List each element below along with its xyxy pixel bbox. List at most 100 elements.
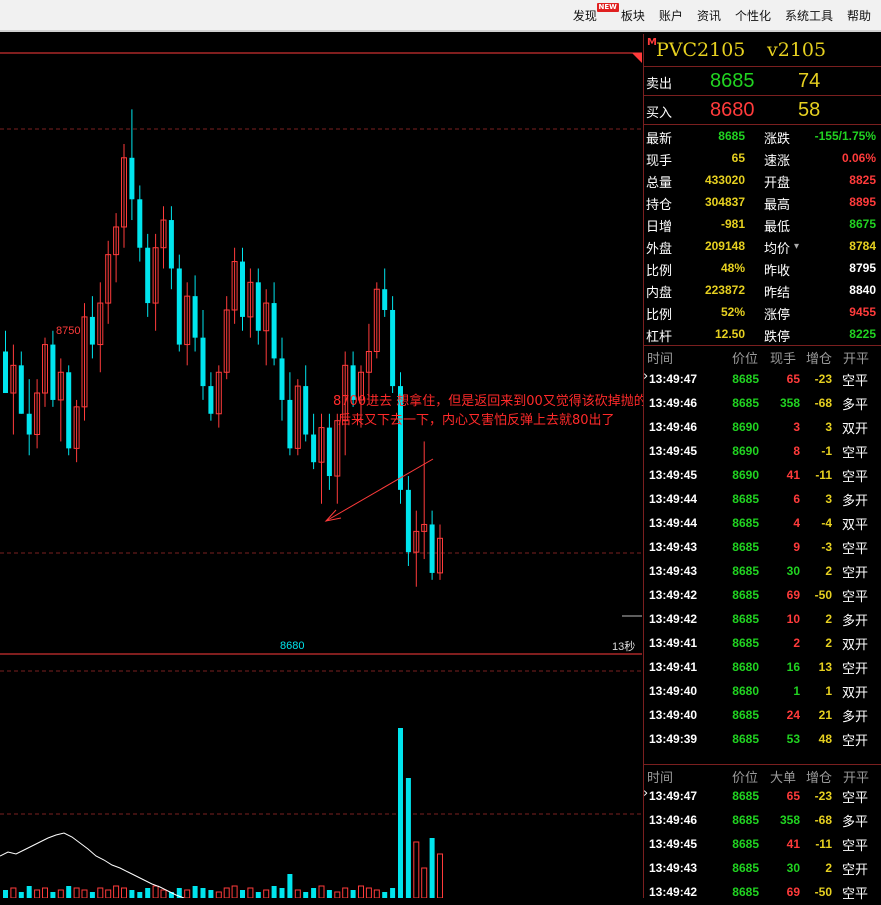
candlestick-chart[interactable] (0, 34, 642, 898)
column-header[interactable]: 时间 (647, 348, 673, 367)
tick-position-change: 1 (825, 684, 832, 698)
column-header[interactable]: 价位 (732, 767, 758, 786)
tick-row[interactable]: 13:49:46 8685 358 -68 多平 (644, 809, 881, 833)
tick-row[interactable]: 13:49:46 8685 358 -68 多平 (644, 392, 881, 416)
column-header[interactable]: 时间 (647, 767, 673, 786)
menu-item-5[interactable]: 系统工具 (785, 7, 833, 24)
tick-row[interactable]: 13:49:45 8685 41 -11 空平 (644, 833, 881, 857)
volume-bar (318, 885, 325, 898)
current-row-marker-icon: › (643, 786, 649, 801)
column-header[interactable]: 增仓 (806, 767, 832, 786)
stat-value: 8895 (849, 195, 876, 209)
tick-time: 13:49:44 (649, 492, 698, 506)
volume-bar (121, 887, 127, 898)
bid-row[interactable]: 买入 8680 58 (644, 96, 881, 124)
tick-price: 8685 (732, 861, 759, 875)
tick-price: 8685 (732, 564, 759, 578)
tick-volume: 1 (793, 684, 800, 698)
stat-row: 持仓 304837 最高 8895 (644, 191, 881, 213)
tick-time: 13:49:41 (649, 636, 698, 650)
candle-body-down (240, 261, 245, 317)
menu-label: 板块 (620, 9, 645, 23)
menu-item-6[interactable]: 帮助 (847, 7, 871, 24)
column-header[interactable]: 价位 (732, 348, 758, 367)
stat-label: 外盘 (646, 242, 673, 257)
tick-type: 空平 (842, 374, 869, 389)
volume-bar (223, 887, 230, 898)
candle-body-down (89, 316, 95, 345)
tick-row[interactable]: 13:49:42 8685 10 2 多开 (644, 608, 881, 632)
tick-list[interactable]: 时间 价位 现手 增仓 开平 › 13:49:47 8685 65 -23 空平 13:49:46 86… (643, 346, 881, 764)
stat-value: 433020 (704, 173, 745, 187)
tick-position-change: -68 (814, 813, 832, 827)
tick-type: 空开 (842, 863, 869, 878)
low-price-label: 8680 (280, 640, 305, 652)
tick-type: 空平 (842, 542, 869, 557)
tick-row[interactable]: 13:49:44 8685 6 3 多开 (644, 488, 881, 512)
countdown-label: 13秒 (612, 641, 636, 653)
tick-row[interactable]: 13:49:43 8685 9 -3 空平 (644, 536, 881, 560)
ask-volume: 74 (798, 70, 821, 92)
column-header[interactable]: 现手 (770, 348, 796, 367)
tick-row[interactable]: 13:49:41 8680 16 13 空开 (644, 656, 881, 680)
volume-bar (398, 728, 403, 898)
tick-volume: 16 (786, 660, 800, 674)
tick-row[interactable]: 13:49:43 8685 30 2 空开 (644, 560, 881, 584)
column-header[interactable]: 增仓 (806, 348, 832, 367)
menu-label: 帮助 (846, 9, 871, 23)
tick-time: 13:49:45 (649, 468, 698, 482)
menu-item-4[interactable]: 个性化 (735, 7, 771, 24)
candle-body-down (255, 282, 261, 331)
volume-bar (208, 890, 214, 898)
tick-row[interactable]: 13:49:45 8690 41 -11 空平 (644, 464, 881, 488)
menu-item-3[interactable]: 资讯 (697, 7, 721, 24)
tick-volume: 358 (779, 813, 800, 827)
tick-time: 13:49:47 (649, 372, 698, 386)
dropdown-arrow-icon[interactable]: ▾ (794, 241, 799, 252)
ask-row[interactable]: 卖出 8685 74 (644, 67, 881, 95)
volume-bar (26, 886, 32, 898)
candle-body-down (200, 337, 206, 387)
volume-bar (66, 886, 72, 898)
tick-type: 空平 (842, 470, 869, 485)
tick-volume: 9 (793, 540, 800, 554)
tick-row[interactable]: › 13:49:47 8685 65 -23 空平 (643, 785, 881, 809)
tick-row[interactable]: 13:49:45 8690 8 -1 空平 (644, 440, 881, 464)
menu-item-2[interactable]: 账户 (659, 7, 683, 24)
tick-volume: 30 (786, 861, 800, 875)
column-header[interactable]: 大单 (770, 767, 796, 786)
tick-row[interactable]: 13:49:42 8685 69 -50 空平 (644, 584, 881, 608)
tick-row[interactable]: 13:49:43 8685 30 2 空开 (644, 857, 881, 881)
tick-row[interactable]: 13:49:39 8685 53 48 空开 (644, 728, 881, 752)
stat-row: 日增 -981 最低 8675 (644, 213, 881, 235)
stat-value: 209148 (704, 239, 745, 253)
tick-type: 双开 (842, 686, 869, 701)
tick-position-change: 2 (825, 861, 832, 875)
candle-body-down (326, 427, 332, 477)
stat-label: 比例 (646, 264, 673, 279)
menu-item-1[interactable]: 板块 (621, 7, 645, 24)
stat-row: 内盘 223872 昨结 8840 (644, 279, 881, 301)
tick-row[interactable]: 13:49:46 8690 3 3 双开 (644, 416, 881, 440)
menu-label: 资讯 (696, 9, 721, 23)
column-header[interactable]: 开平 (843, 767, 869, 786)
price-chart-area[interactable]: 8750 8680 13秒 8700进去 想拿住，但是返回来到00又觉得该砍掉抛… (0, 34, 647, 898)
tick-price: 8690 (732, 444, 759, 458)
volume-bar (50, 892, 56, 898)
annotation-line-1: 8700进去 想拿住，但是返回来到00又觉得该砍掉抛的 (333, 394, 647, 409)
tick-row[interactable]: 13:49:44 8685 4 -4 双平 (644, 512, 881, 536)
tick-row[interactable]: 13:49:40 8685 24 21 多开 (644, 704, 881, 728)
candle-body-down (405, 489, 411, 553)
tick-row[interactable]: › 13:49:47 8685 65 -23 空平 (643, 368, 881, 392)
big-order-list[interactable]: 时间 价位 大单 增仓 开平 › 13:49:47 8685 65 -23 空平 13:49:46 86… (643, 765, 881, 902)
tick-row[interactable]: 13:49:42 8685 69 -50 空平 (644, 881, 881, 905)
tick-row[interactable]: 13:49:40 8680 1 1 双开 (644, 680, 881, 704)
menu-item-0[interactable]: 发现 NEW (573, 3, 619, 24)
stat-label: 均价 (764, 242, 791, 257)
column-header[interactable]: 开平 (843, 348, 869, 367)
tick-position-change: 3 (825, 492, 832, 506)
tick-price: 8690 (732, 468, 759, 482)
annotation-line-2: 后来又下去一下，内心又害怕反弹上去就80出了 (338, 413, 615, 428)
stat-value: -155/1.75% (814, 129, 876, 143)
tick-row[interactable]: 13:49:41 8685 2 2 双开 (644, 632, 881, 656)
